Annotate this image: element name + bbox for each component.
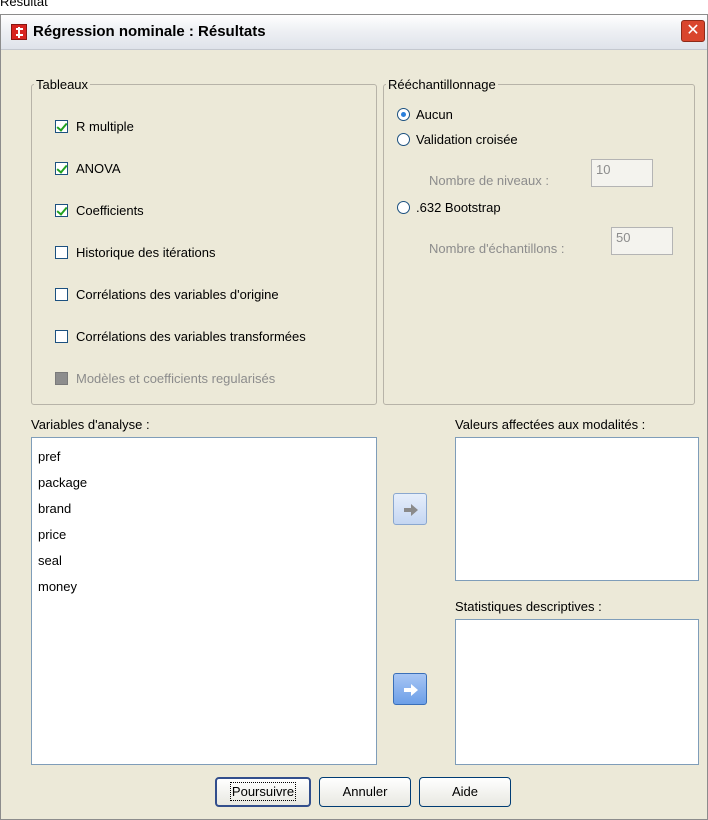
radio-bootstrap-label: .632 Bootstrap <box>416 200 501 215</box>
checkbox-regularized-models-label: Modèles et coefficients regularisés <box>76 371 276 386</box>
checkbox-iteration-history-label: Historique des itérations <box>76 245 216 260</box>
category-values-label: Valeurs affectées aux modalités : <box>455 417 646 432</box>
radio-none[interactable]: Aucun <box>397 107 453 122</box>
radio-cross-validation[interactable]: Validation croisée <box>397 132 518 147</box>
radio-cross-validation-dot[interactable] <box>397 133 410 146</box>
analysis-variables-label: Variables d'analyse : <box>31 417 150 432</box>
cancel-button[interactable]: Annuler <box>319 777 411 807</box>
tables-checklist: R multiple ANOVA Coefficients Historique… <box>31 77 375 403</box>
move-to-category-values-button[interactable] <box>393 493 427 525</box>
checkbox-regularized-models: Modèles et coefficients regularisés <box>55 371 275 389</box>
samples-input[interactable]: 50 <box>611 227 673 255</box>
help-button[interactable]: Aide <box>419 777 511 807</box>
checkbox-multiple-r-label: R multiple <box>76 119 134 134</box>
checkbox-transformed-correlations-box[interactable] <box>55 330 68 343</box>
checkbox-transformed-correlations[interactable]: Corrélations des variables transformées <box>55 329 306 347</box>
samples-label: Nombre d'échantillons : <box>429 241 565 256</box>
checkbox-anova-box[interactable] <box>55 162 68 175</box>
app-table-icon <box>11 24 27 40</box>
checkbox-original-correlations[interactable]: Corrélations des variables d'origine <box>55 287 279 305</box>
radio-none-dot[interactable] <box>397 108 410 121</box>
radio-bootstrap-dot[interactable] <box>397 201 410 214</box>
checkbox-iteration-history[interactable]: Historique des itérations <box>55 245 215 263</box>
levels-input[interactable]: 10 <box>591 159 653 187</box>
radio-cross-validation-label: Validation croisée <box>416 132 518 147</box>
dialog-title: Régression nominale : Résultats <box>33 23 266 40</box>
checkbox-multiple-r[interactable]: R multiple <box>55 119 134 137</box>
radio-bootstrap[interactable]: .632 Bootstrap <box>397 200 501 215</box>
list-item[interactable]: package <box>32 470 376 496</box>
checkbox-anova-label: ANOVA <box>76 161 121 176</box>
descriptive-stats-list[interactable] <box>455 619 699 765</box>
checkbox-coefficients[interactable]: Coefficients <box>55 203 144 221</box>
checkbox-multiple-r-box[interactable] <box>55 120 68 133</box>
background-window-label: Résultat <box>0 0 48 9</box>
analysis-variables-list[interactable]: pref package brand price seal money <box>31 437 377 765</box>
title-bar[interactable]: Régression nominale : Résultats ✕ <box>1 15 707 50</box>
right-arrow-icon <box>404 684 418 696</box>
category-values-list[interactable] <box>455 437 699 581</box>
move-to-descriptive-stats-button[interactable] <box>393 673 427 705</box>
list-item[interactable]: pref <box>32 444 376 470</box>
checkbox-coefficients-box[interactable] <box>55 204 68 217</box>
checkbox-iteration-history-box[interactable] <box>55 246 68 259</box>
checkbox-original-correlations-label: Corrélations des variables d'origine <box>76 287 279 302</box>
list-item[interactable]: price <box>32 522 376 548</box>
list-item[interactable]: money <box>32 574 376 600</box>
checkbox-original-correlations-box[interactable] <box>55 288 68 301</box>
levels-label: Nombre de niveaux : <box>429 173 549 188</box>
close-button[interactable]: ✕ <box>681 20 705 42</box>
checkbox-coefficients-label: Coefficients <box>76 203 144 218</box>
right-arrow-icon <box>404 504 418 516</box>
resampling-options: Aucun Validation croisée Nombre de nivea… <box>383 77 693 403</box>
continue-button-label: Poursuivre <box>229 782 297 801</box>
continue-button[interactable]: Poursuivre <box>215 777 311 807</box>
dialog-window: Régression nominale : Résultats ✕ Tablea… <box>0 14 708 820</box>
checkbox-regularized-models-box <box>55 372 68 385</box>
descriptive-stats-label: Statistiques descriptives : <box>455 599 602 614</box>
list-item[interactable]: seal <box>32 548 376 574</box>
list-item[interactable]: brand <box>32 496 376 522</box>
checkbox-transformed-correlations-label: Corrélations des variables transformées <box>76 329 306 344</box>
radio-none-label: Aucun <box>416 107 453 122</box>
checkbox-anova[interactable]: ANOVA <box>55 161 121 179</box>
